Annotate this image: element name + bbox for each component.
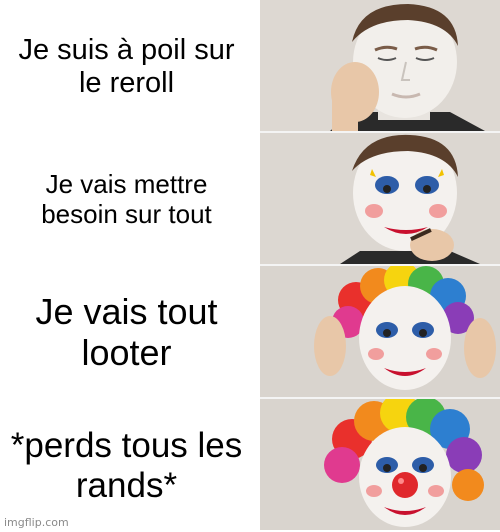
- caption-4: *perds tous les rands*: [10, 426, 243, 505]
- clown-panel-2-image: [260, 133, 500, 264]
- meme-row-3: Je vais tout looter: [0, 266, 500, 399]
- meme-row-1: Je suis à poil sur le reroll: [0, 0, 500, 133]
- caption-2: Je vais mettre besoin sur tout: [41, 169, 212, 229]
- caption-3: Je vais tout looter: [35, 291, 218, 373]
- meme-row-4: *perds tous les rands*: [0, 399, 500, 532]
- imgflip-watermark: imgflip.com: [4, 516, 69, 529]
- clown-panel-3-image: [260, 266, 500, 397]
- clown-makeup-meme: Je suis à poil sur le reroll Je vais met…: [0, 0, 500, 532]
- caption-1: Je suis à poil sur le reroll: [18, 34, 235, 99]
- clown-panel-1-image: [260, 0, 500, 131]
- meme-row-2: Je vais mettre besoin sur tout: [0, 133, 500, 266]
- clown-panel-4-image: [260, 399, 500, 530]
